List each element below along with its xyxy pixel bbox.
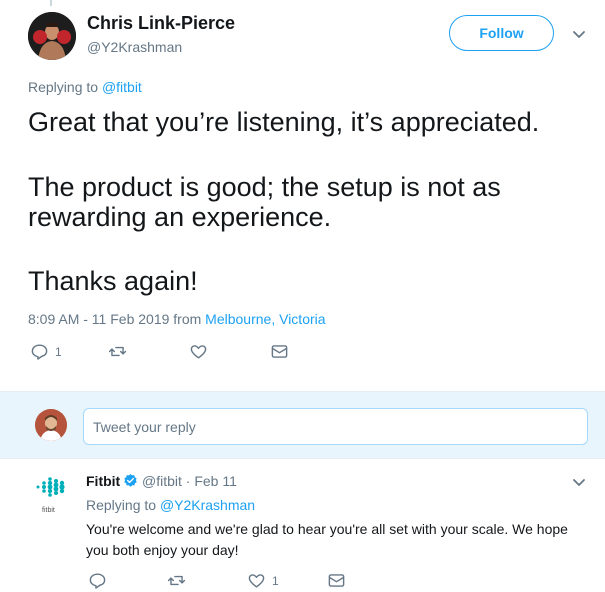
retweet-icon — [167, 575, 186, 586]
dm-icon — [328, 574, 345, 587]
reply-button[interactable] — [88, 571, 113, 590]
reply-icon — [31, 344, 48, 360]
dm-icon — [271, 345, 288, 358]
reply-tweet-text: You're welcome and we're glad to hear yo… — [86, 521, 568, 558]
reply-replying-to: Replying to @Y2Krashman — [86, 497, 255, 513]
tweet-timestamp: 8:09 AM - 11 Feb 2019 from Melbourne, Vi… — [28, 311, 326, 327]
reply-handle-date[interactable]: @fitbit · Feb 11 — [142, 473, 237, 489]
timestamp-text: 8:09 AM - 11 Feb 2019 from — [28, 311, 202, 327]
retweet-button[interactable] — [108, 342, 127, 361]
location-link[interactable]: Melbourne, Victoria — [205, 311, 325, 327]
dm-button[interactable] — [270, 342, 289, 361]
current-user-avatar — [35, 409, 67, 441]
fitbit-avatar[interactable]: fitbit — [34, 475, 70, 515]
reply-replying-prefix: Replying to — [86, 497, 157, 513]
like-button[interactable] — [189, 342, 208, 361]
verified-icon — [124, 473, 137, 487]
tweet-text-line: rewarding an experience. — [28, 202, 332, 232]
reply-count: 1 — [55, 344, 62, 359]
retweet-button[interactable] — [167, 571, 186, 590]
tweet-text-line: Thanks again! — [28, 266, 198, 296]
like-icon — [190, 345, 207, 359]
thread-line — [50, 0, 52, 6]
reply-icon — [89, 573, 106, 589]
reply-button[interactable]: 1 — [30, 342, 62, 361]
author-name[interactable]: Chris Link-Pierce — [87, 13, 235, 34]
fitbit-logo-text: fitbit — [42, 507, 55, 514]
retweet-icon — [108, 346, 127, 357]
like-button[interactable]: 1 — [247, 571, 279, 590]
reply-mention-link[interactable]: @Y2Krashman — [160, 497, 255, 513]
avatar[interactable] — [28, 12, 76, 60]
author-handle[interactable]: @Y2Krashman — [87, 39, 182, 55]
tweet-text-line: The product is good; the setup is not as — [28, 172, 501, 202]
chevron-down-icon[interactable] — [571, 26, 587, 42]
dm-button[interactable] — [327, 571, 346, 590]
tweet-text-line: Great that you’re listening, it’s apprec… — [28, 107, 540, 137]
mention-link[interactable]: @fitbit — [102, 79, 142, 95]
replying-prefix: Replying to — [28, 79, 99, 95]
follow-button[interactable]: Follow — [449, 15, 554, 51]
chevron-down-icon[interactable] — [571, 474, 587, 490]
reply-input[interactable]: Tweet your reply — [83, 408, 588, 445]
reply-author-name[interactable]: Fitbit — [86, 473, 120, 489]
like-count: 1 — [272, 573, 279, 588]
reply-composer: Tweet your reply — [0, 391, 605, 459]
like-icon — [248, 574, 265, 588]
replying-to: Replying to @fitbit — [28, 79, 142, 95]
main-tweet: Chris Link-Pierce @Y2Krashman Follow Rep… — [0, 0, 605, 391]
